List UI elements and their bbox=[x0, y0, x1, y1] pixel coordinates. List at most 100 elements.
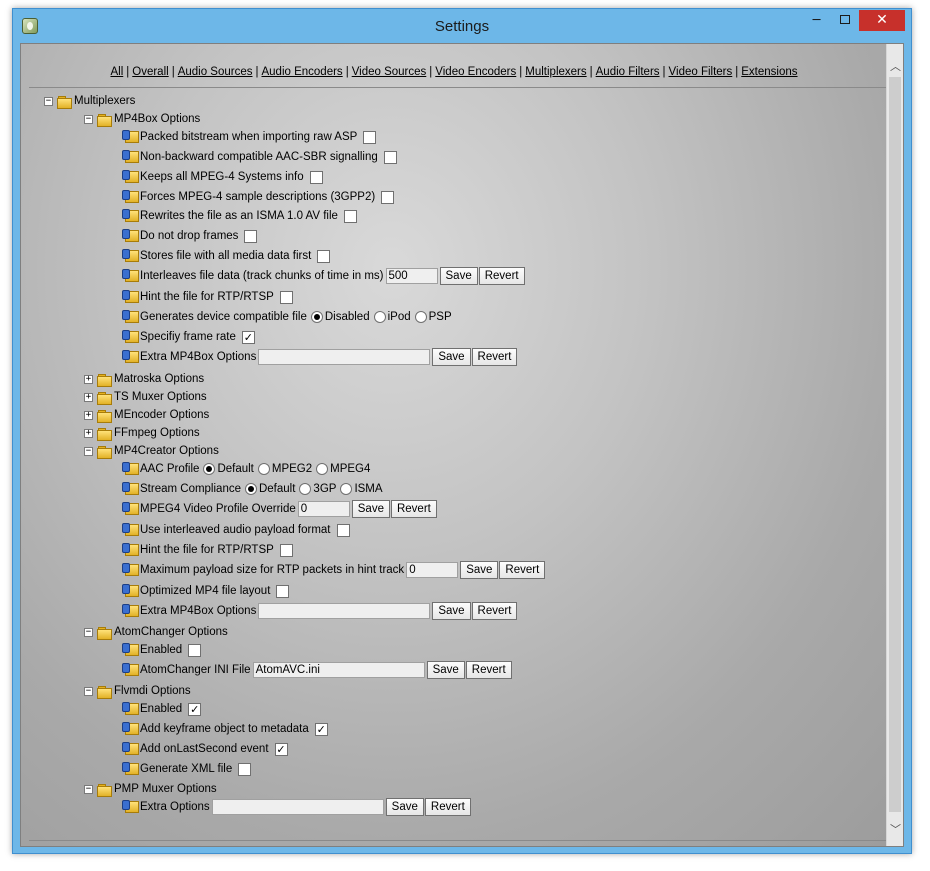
interleave-save-button[interactable]: Save bbox=[439, 267, 478, 285]
profile-override-save-button[interactable]: Save bbox=[351, 500, 390, 518]
nav-audio-filters[interactable]: Audio Filters bbox=[596, 66, 660, 78]
scroll-up-icon[interactable]: ︿ bbox=[888, 58, 903, 75]
pmp-extra-save-button[interactable]: Save bbox=[385, 798, 424, 816]
onlastsecond-checkbox[interactable]: ✓ bbox=[274, 742, 288, 756]
max-payload-revert-button[interactable]: Revert bbox=[499, 561, 546, 579]
generate-xml-checkbox[interactable] bbox=[238, 762, 252, 776]
pmp-extra-input[interactable] bbox=[211, 799, 384, 815]
max-payload-input[interactable]: 0 bbox=[406, 562, 459, 578]
option-icon bbox=[122, 330, 139, 344]
maximize-button[interactable] bbox=[831, 10, 858, 31]
atomchanger-ini-revert-button[interactable]: Revert bbox=[465, 661, 512, 679]
atomchanger-enabled-checkbox[interactable] bbox=[188, 643, 202, 657]
stream-default-radio[interactable] bbox=[244, 483, 257, 495]
nav-all[interactable]: All bbox=[110, 66, 123, 78]
interleave-revert-button[interactable]: Revert bbox=[478, 267, 525, 285]
optimized-layout-checkbox[interactable] bbox=[276, 584, 290, 598]
scroll-thumb[interactable] bbox=[889, 77, 901, 812]
node-label: Flvmdi Options bbox=[114, 685, 191, 697]
aac-mpeg4-radio[interactable] bbox=[316, 463, 329, 475]
tree-node-atomchanger: − AtomChanger Options bbox=[84, 623, 228, 641]
device-ipod-radio[interactable] bbox=[373, 311, 386, 323]
atomchanger-ini-input[interactable]: AtomAVC.ini bbox=[252, 662, 425, 678]
no-drop-frames-checkbox[interactable] bbox=[244, 229, 258, 243]
flvmdi-enabled-checkbox[interactable]: ✓ bbox=[188, 702, 202, 716]
node-label: MP4Creator Options bbox=[114, 445, 219, 457]
option-icon bbox=[122, 350, 139, 364]
mp4creator-extra-input[interactable] bbox=[258, 603, 431, 619]
rewrites-isma-checkbox[interactable] bbox=[343, 209, 357, 223]
option-label: Optimized MP4 file layout bbox=[140, 585, 271, 597]
radio-label: PSP bbox=[428, 311, 452, 323]
aac-sbr-checkbox[interactable] bbox=[383, 150, 397, 164]
window-title: Settings bbox=[434, 18, 490, 35]
option-generate-xml: Generate XML file bbox=[122, 760, 252, 778]
packed-bitstream-checkbox[interactable] bbox=[363, 130, 377, 144]
collapse-icon[interactable]: − bbox=[84, 446, 93, 456]
option-interleaved-audio: Use interleaved audio payload format bbox=[122, 521, 350, 539]
mp4creator-extra-save-button[interactable]: Save bbox=[432, 602, 471, 620]
expand-icon[interactable]: + bbox=[84, 410, 93, 420]
hint-rtp-checkbox[interactable] bbox=[279, 290, 293, 304]
option-icon bbox=[122, 462, 139, 476]
nav-audio-encoders[interactable]: Audio Encoders bbox=[261, 66, 342, 78]
interleave-input[interactable]: 500 bbox=[385, 268, 438, 284]
node-label: Multiplexers bbox=[74, 95, 136, 107]
mp4creator-hint-checkbox[interactable] bbox=[279, 543, 293, 557]
nav-multiplexers[interactable]: Multiplexers bbox=[525, 66, 586, 78]
scroll-down-icon[interactable]: ﹀ bbox=[888, 821, 903, 838]
profile-override-revert-button[interactable]: Revert bbox=[390, 500, 437, 518]
option-stream-compliance: Stream Compliance Default 3GP ISMA bbox=[122, 480, 383, 498]
nav-extensions[interactable]: Extensions bbox=[741, 66, 797, 78]
extra-mp4box-revert-button[interactable]: Revert bbox=[471, 348, 518, 366]
keyframe-metadata-checkbox[interactable]: ✓ bbox=[314, 722, 328, 736]
collapse-icon[interactable]: − bbox=[84, 627, 93, 637]
nav-video-sources[interactable]: Video Sources bbox=[352, 66, 427, 78]
collapse-icon[interactable]: − bbox=[84, 686, 93, 696]
folder-icon bbox=[97, 783, 112, 797]
close-button[interactable]: ✕ bbox=[859, 10, 905, 31]
option-forces-3gpp2: Forces MPEG-4 sample descriptions (3GPP2… bbox=[122, 188, 395, 206]
option-atomchanger-ini: AtomChanger INI File AtomAVC.ini Save Re… bbox=[122, 661, 512, 679]
forces-3gpp2-checkbox[interactable] bbox=[381, 190, 395, 204]
mp4creator-extra-revert-button[interactable]: Revert bbox=[471, 602, 518, 620]
interleaved-audio-checkbox[interactable] bbox=[336, 523, 350, 537]
minimize-button[interactable]: ─ bbox=[803, 10, 830, 31]
collapse-icon[interactable]: − bbox=[44, 96, 53, 106]
atomchanger-ini-save-button[interactable]: Save bbox=[426, 661, 465, 679]
profile-override-input[interactable]: 0 bbox=[297, 501, 350, 517]
option-keeps-systems-info: Keeps all MPEG-4 Systems info bbox=[122, 168, 323, 186]
stores-media-first-checkbox[interactable] bbox=[317, 249, 331, 263]
folder-icon bbox=[97, 427, 112, 441]
expand-icon[interactable]: + bbox=[84, 374, 93, 384]
nav-overall[interactable]: Overall bbox=[132, 66, 168, 78]
stream-3gp-radio[interactable] bbox=[299, 483, 312, 495]
expand-icon[interactable]: + bbox=[84, 392, 93, 402]
max-payload-save-button[interactable]: Save bbox=[460, 561, 499, 579]
option-label: AtomChanger INI File bbox=[140, 664, 251, 676]
extra-mp4box-save-button[interactable]: Save bbox=[432, 348, 471, 366]
collapse-icon[interactable]: − bbox=[84, 114, 93, 124]
stream-isma-radio[interactable] bbox=[340, 483, 353, 495]
tree-node-flvmdi: − Flvmdi Options bbox=[84, 682, 191, 700]
option-mp4creator-extra: Extra MP4Box Options Save Revert bbox=[122, 602, 518, 620]
device-disabled-radio[interactable] bbox=[310, 311, 323, 323]
expand-icon[interactable]: + bbox=[84, 428, 93, 438]
extra-mp4box-input[interactable] bbox=[258, 349, 431, 365]
device-psp-radio[interactable] bbox=[414, 311, 427, 323]
frame-rate-checkbox[interactable]: ✓ bbox=[241, 330, 255, 344]
option-icon bbox=[122, 604, 139, 618]
node-label: MP4Box Options bbox=[114, 113, 201, 125]
nav-video-filters[interactable]: Video Filters bbox=[669, 66, 733, 78]
aac-mpeg2-radio[interactable] bbox=[257, 463, 270, 475]
option-label: Add keyframe object to metadata bbox=[140, 723, 309, 735]
title-bar[interactable]: Settings ─ ✕ bbox=[13, 9, 911, 43]
node-label: MEncoder Options bbox=[114, 409, 210, 421]
nav-video-encoders[interactable]: Video Encoders bbox=[435, 66, 516, 78]
collapse-icon[interactable]: − bbox=[84, 784, 93, 794]
keeps-systems-info-checkbox[interactable] bbox=[309, 170, 323, 184]
nav-audio-sources[interactable]: Audio Sources bbox=[178, 66, 253, 78]
pmp-extra-revert-button[interactable]: Revert bbox=[424, 798, 471, 816]
aac-default-radio[interactable] bbox=[203, 463, 216, 475]
vertical-scrollbar[interactable]: ︿ ﹀ bbox=[886, 44, 903, 846]
